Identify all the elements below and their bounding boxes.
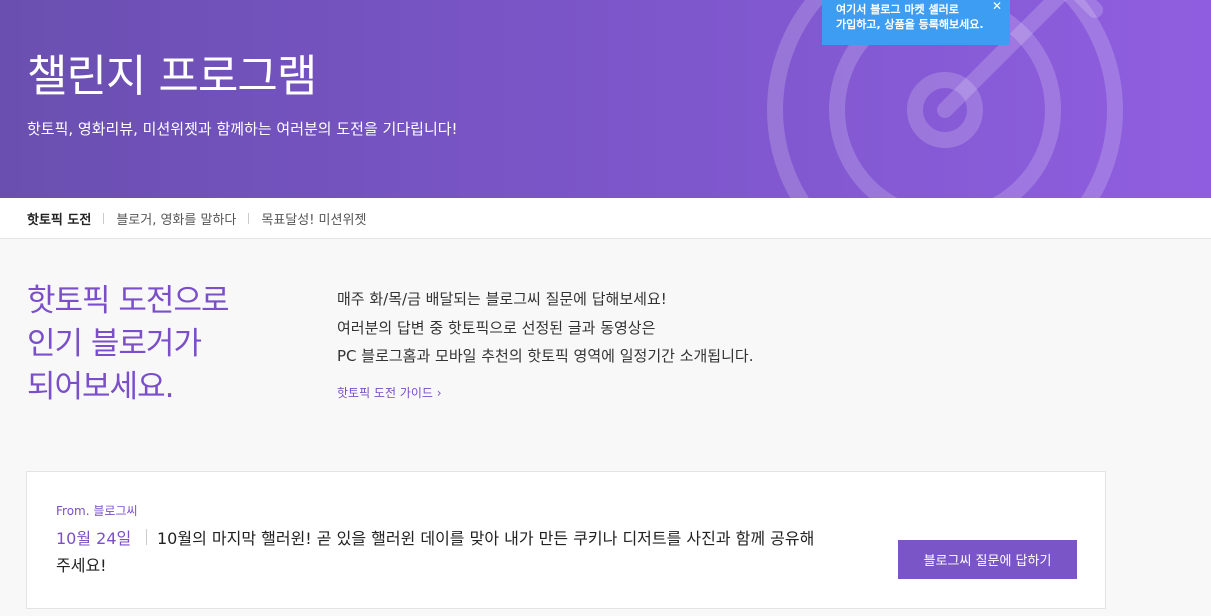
tab-movie-review[interactable]: 블로거, 영화를 말하다 [116,209,236,228]
intro-heading-line: 되어보세요. [27,369,174,405]
tab-hot-topic[interactable]: 핫토픽 도전 [27,209,91,228]
tab-divider [103,212,105,224]
question-text: 10월의 마지막 핼러윈! 곧 있을 핼러윈 데이를 맞아 내가 만든 쿠키나 … [157,529,815,548]
intro-heading: 핫토픽 도전으로 인기 블로거가 되어보세요. [27,280,287,409]
intro-heading-line: 핫토픽 도전으로 [27,283,230,319]
answer-question-button[interactable]: 블로그씨 질문에 답하기 [898,540,1077,579]
question-source: From. 블로그씨 [56,504,138,518]
tab-mission-widget[interactable]: 목표달성! 미션위젯 [261,209,366,228]
date-divider [146,529,147,545]
intro-desc-line: PC 블로그홈과 모바일 추천의 핫토픽 영역에 일정기간 소개됩니다. [337,347,754,365]
tab-divider [248,212,250,224]
tooltip-text-line1: 여기서 블로그 마켓 셀러로 [836,3,959,16]
close-icon[interactable]: ✕ [990,0,1004,14]
intro-heading-line: 인기 블로거가 [27,326,202,362]
intro-desc-line: 여러분의 답변 중 핫토픽으로 선정된 글과 동영상은 [337,318,656,337]
page-subtitle: 핫토픽, 영화리뷰, 미션위젯과 함께하는 여러분의 도전을 기다립니다! [27,120,458,138]
hot-topic-guide-link[interactable]: 핫토픽 도전 가이드 › [337,384,442,401]
challenge-tabs: 핫토픽 도전 블로거, 영화를 말하다 목표달성! 미션위젯 [0,198,1211,239]
seller-tooltip[interactable]: 여기서 블로그 마켓 셀러로 가입하고, 상품을 등록해보세요. [822,0,1010,45]
tooltip-text-line2: 가입하고, 상품을 등록해보세요. [836,18,984,31]
question-card: From. 블로그씨 10월 24일 10월의 마지막 핼러윈! 곧 있을 핼러… [26,471,1106,609]
hero-banner: 챌린지 프로그램 핫토픽, 영화리뷰, 미션위젯과 함께하는 여러분의 도전을 … [0,0,1211,198]
intro-description: 매주 화/목/금 배달되는 블로그씨 질문에 답해보세요! 여러분의 답변 중 … [337,285,897,371]
question-text-continued: 주세요! [56,556,107,575]
intro-desc-line: 매주 화/목/금 배달되는 블로그씨 질문에 답해보세요! [337,290,667,308]
question-date: 10월 24일 [56,529,132,548]
page-title: 챌린지 프로그램 [27,51,317,102]
